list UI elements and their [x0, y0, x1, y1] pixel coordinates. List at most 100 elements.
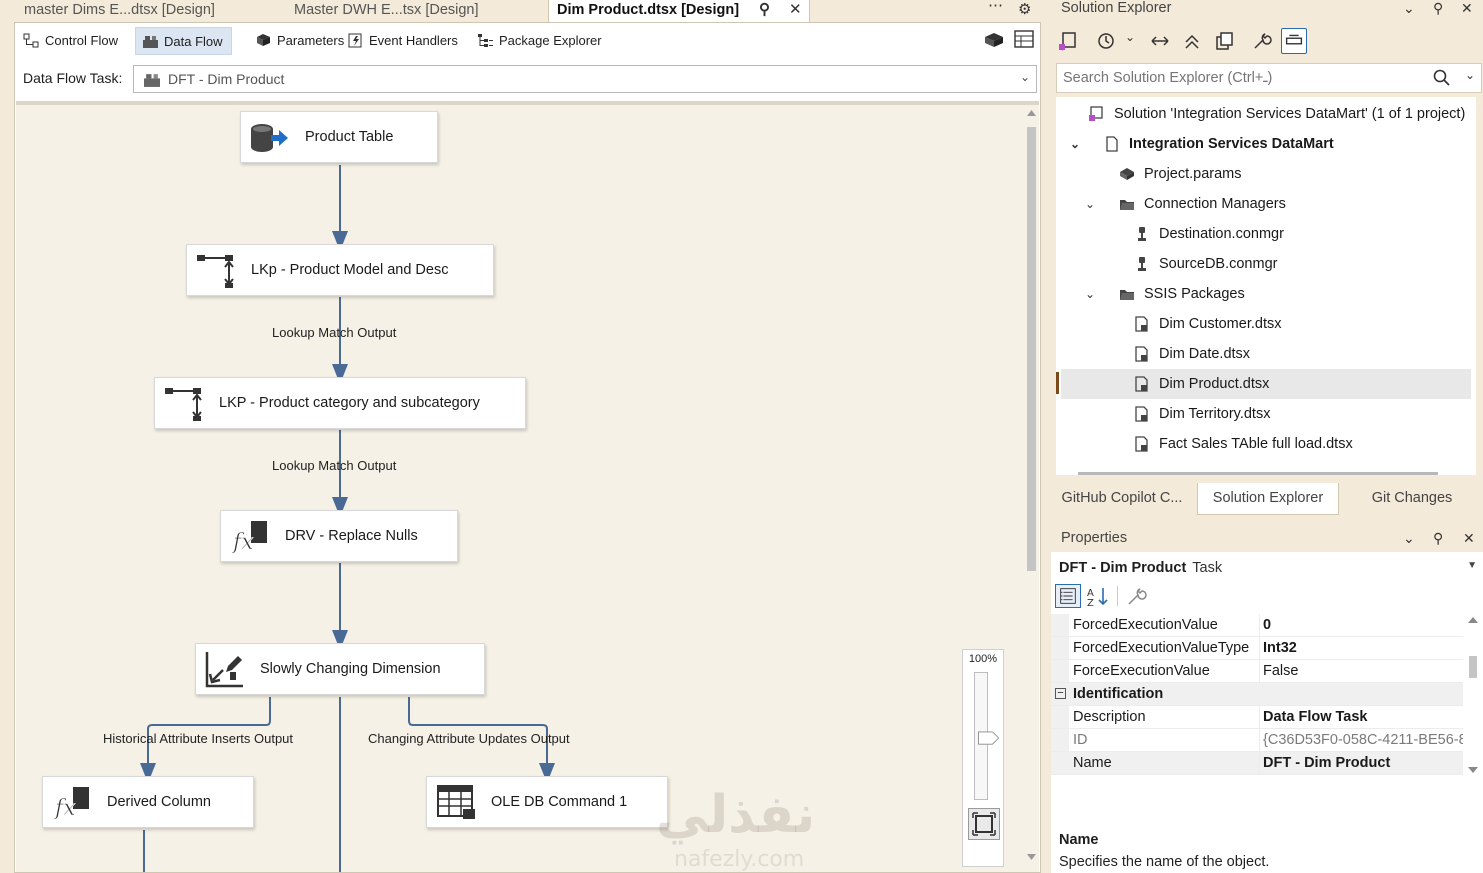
zoom-slider[interactable] [974, 672, 1000, 800]
settings-gear-icon[interactable]: ⚙ [1018, 0, 1031, 18]
search-icon[interactable] [1433, 69, 1451, 87]
scroll-down-icon[interactable] [1027, 853, 1036, 861]
solution-tree: Solution 'Integration Services DataMart'… [1056, 97, 1476, 475]
tree-item-project-params[interactable]: Project.params [1056, 159, 1476, 189]
tree-item-destination-conmgr[interactable]: Destination.conmgr [1056, 219, 1476, 249]
more-options-icon[interactable]: ⋯ [988, 0, 1003, 14]
switch-views-icon[interactable] [1057, 30, 1079, 52]
component-lookup-product-model[interactable]: LKp - Product Model and Desc [186, 244, 494, 296]
collapse-all-icon[interactable] [1181, 30, 1203, 52]
expand-chevron-icon[interactable]: ⌄ [1070, 129, 1080, 159]
component-ole-db-command[interactable]: OLE DB Command 1 [426, 776, 668, 828]
tab-github-copilot-chat[interactable]: GitHub Copilot C... [1049, 483, 1195, 515]
scroll-up-icon[interactable] [1468, 616, 1478, 624]
property-grid-scrollbar[interactable] [1467, 616, 1479, 776]
property-category-identification[interactable]: − Identification [1051, 683, 1463, 706]
chevron-down-icon[interactable]: ⌄ [1403, 530, 1415, 547]
property-value[interactable]: Int32 [1263, 640, 1463, 656]
property-value[interactable]: False [1263, 663, 1463, 679]
property-row-force-execution-value[interactable]: ForceExecutionValue False [1051, 660, 1463, 683]
properties-wrench-icon[interactable] [1251, 30, 1273, 52]
solution-icon [1089, 106, 1103, 121]
tree-item-dim-territory[interactable]: Dim Territory.dtsx [1056, 399, 1476, 429]
close-icon[interactable]: ✕ [1461, 0, 1473, 17]
tab-control-flow[interactable]: Control Flow [17, 27, 126, 55]
scrollbar-thumb[interactable] [1469, 656, 1477, 678]
property-value[interactable]: DFT - Dim Product [1263, 755, 1463, 771]
categorized-view-icon[interactable] [1055, 584, 1081, 608]
document-tab-master-dwh[interactable]: Master DWH E...tsx [Design] [294, 0, 479, 22]
property-value[interactable]: Data Flow Task [1263, 709, 1463, 725]
close-icon[interactable]: ✕ [1463, 530, 1475, 547]
property-value[interactable]: 0 [1263, 617, 1463, 633]
tab-event-handlers[interactable]: Event Handlers [341, 27, 466, 55]
sync-with-document-icon[interactable] [1149, 30, 1171, 52]
scrollbar-thumb[interactable] [1027, 127, 1036, 571]
history-icon[interactable] [1095, 30, 1117, 52]
properties-toolbar: AZ [1053, 582, 1483, 610]
tree-item-dim-date[interactable]: Dim Date.dtsx [1056, 339, 1476, 369]
property-row-name[interactable]: Name DFT - Dim Product [1051, 752, 1463, 775]
component-slowly-changing-dimension[interactable]: Slowly Changing Dimension [195, 643, 485, 695]
property-row-id[interactable]: ID {C36D53F0-058C-4211-BE56-8 [1051, 729, 1463, 752]
watermark-arabic: نفذلي [656, 785, 816, 845]
chevron-down-icon[interactable]: ⌄ [1403, 0, 1415, 17]
tree-item-dim-product[interactable]: Dim Product.dtsx [1061, 369, 1471, 399]
solution-explorer-search[interactable]: ⌄ [1056, 63, 1482, 93]
zoom-to-fit-button[interactable] [968, 808, 1000, 840]
property-row-forced-execution-value[interactable]: ForcedExecutionValue 0 [1051, 614, 1463, 637]
search-options-dropdown-icon[interactable]: ⌄ [1465, 68, 1475, 82]
tab-git-changes[interactable]: Git Changes [1341, 483, 1483, 515]
tab-solution-explorer[interactable]: Solution Explorer [1197, 483, 1339, 515]
component-derived-column[interactable]: fx Derived Column [42, 776, 254, 828]
object-dropdown-icon[interactable]: ▼ [1467, 560, 1477, 571]
row-margin [1051, 729, 1069, 751]
pin-icon[interactable]: ⚲ [1433, 530, 1443, 547]
variables-icon[interactable] [983, 29, 1005, 51]
tree-item-solution[interactable]: Solution 'Integration Services DataMart'… [1056, 99, 1476, 129]
property-pages-wrench-icon[interactable] [1123, 584, 1149, 608]
tab-data-flow[interactable]: Data Flow [135, 27, 232, 55]
collapse-category-icon[interactable]: − [1055, 688, 1066, 699]
tree-item-ssis-packages[interactable]: ⌄ SSIS Packages [1056, 279, 1476, 309]
document-tab-dim-product[interactable]: Dim Product.dtsx [Design] ⚲ ✕ [548, 0, 810, 22]
toolbox-icon[interactable] [1013, 29, 1035, 51]
scroll-down-icon[interactable] [1468, 766, 1478, 774]
path-label-lookup-match-1: Lookup Match Output [272, 325, 397, 340]
toolbar-separator [1117, 586, 1118, 606]
scroll-up-icon[interactable] [1027, 109, 1036, 117]
tab-package-explorer[interactable]: Package Explorer [471, 27, 610, 55]
tree-item-dim-customer[interactable]: Dim Customer.dtsx [1056, 309, 1476, 339]
alphabetical-sort-icon[interactable]: AZ [1085, 584, 1111, 608]
document-tab-master-dims[interactable]: master Dims E...dtsx [Design] [24, 0, 215, 22]
canvas-vertical-scrollbar[interactable] [1024, 107, 1038, 867]
derived-column-icon: fx [231, 521, 267, 555]
tab-parameters[interactable]: Parameters [249, 27, 352, 55]
property-row-forced-execution-value-type[interactable]: ForcedExecutionValueType Int32 [1051, 637, 1463, 660]
zoom-slider-thumb[interactable] [977, 731, 1001, 745]
close-icon[interactable]: ✕ [789, 0, 802, 20]
tree-item-connection-managers[interactable]: ⌄ Connection Managers [1056, 189, 1476, 219]
expand-chevron-icon[interactable]: ⌄ [1085, 189, 1095, 219]
component-label: DRV - Replace Nulls [285, 528, 418, 544]
pin-icon[interactable]: ⚲ [759, 0, 770, 20]
tree-horizontal-scrollbar[interactable] [1078, 472, 1438, 475]
preview-selected-items-icon[interactable] [1281, 28, 1307, 54]
data-flow-canvas[interactable]: Product Table LKp - Product Model and De… [16, 101, 1039, 872]
pin-icon[interactable]: ⚲ [1433, 0, 1443, 17]
chevron-down-icon[interactable]: ⌄ [1125, 30, 1135, 44]
column-separator [1259, 637, 1260, 660]
component-product-table[interactable]: Product Table [240, 111, 438, 163]
component-lookup-product-category[interactable]: LKP - Product category and subcategory [154, 377, 526, 429]
tree-item-project[interactable]: ⌄ Integration Services DataMart [1056, 129, 1476, 159]
property-value[interactable]: {C36D53F0-058C-4211-BE56-8 [1263, 732, 1463, 748]
search-input[interactable] [1063, 68, 1423, 88]
expand-chevron-icon[interactable]: ⌄ [1085, 279, 1095, 309]
tree-item-sourcedb-conmgr[interactable]: SourceDB.conmgr [1056, 249, 1476, 279]
data-flow-task-dropdown[interactable]: DFT - Dim Product ⌄ [133, 65, 1037, 93]
property-row-description[interactable]: Description Data Flow Task [1051, 706, 1463, 729]
selected-object-selector[interactable]: DFT - Dim Product Task [1059, 560, 1222, 576]
show-all-files-icon[interactable] [1213, 30, 1235, 52]
tree-item-fact-sales[interactable]: Fact Sales TAble full load.dtsx [1056, 429, 1476, 459]
component-drv-replace-nulls[interactable]: fx DRV - Replace Nulls [220, 510, 458, 562]
